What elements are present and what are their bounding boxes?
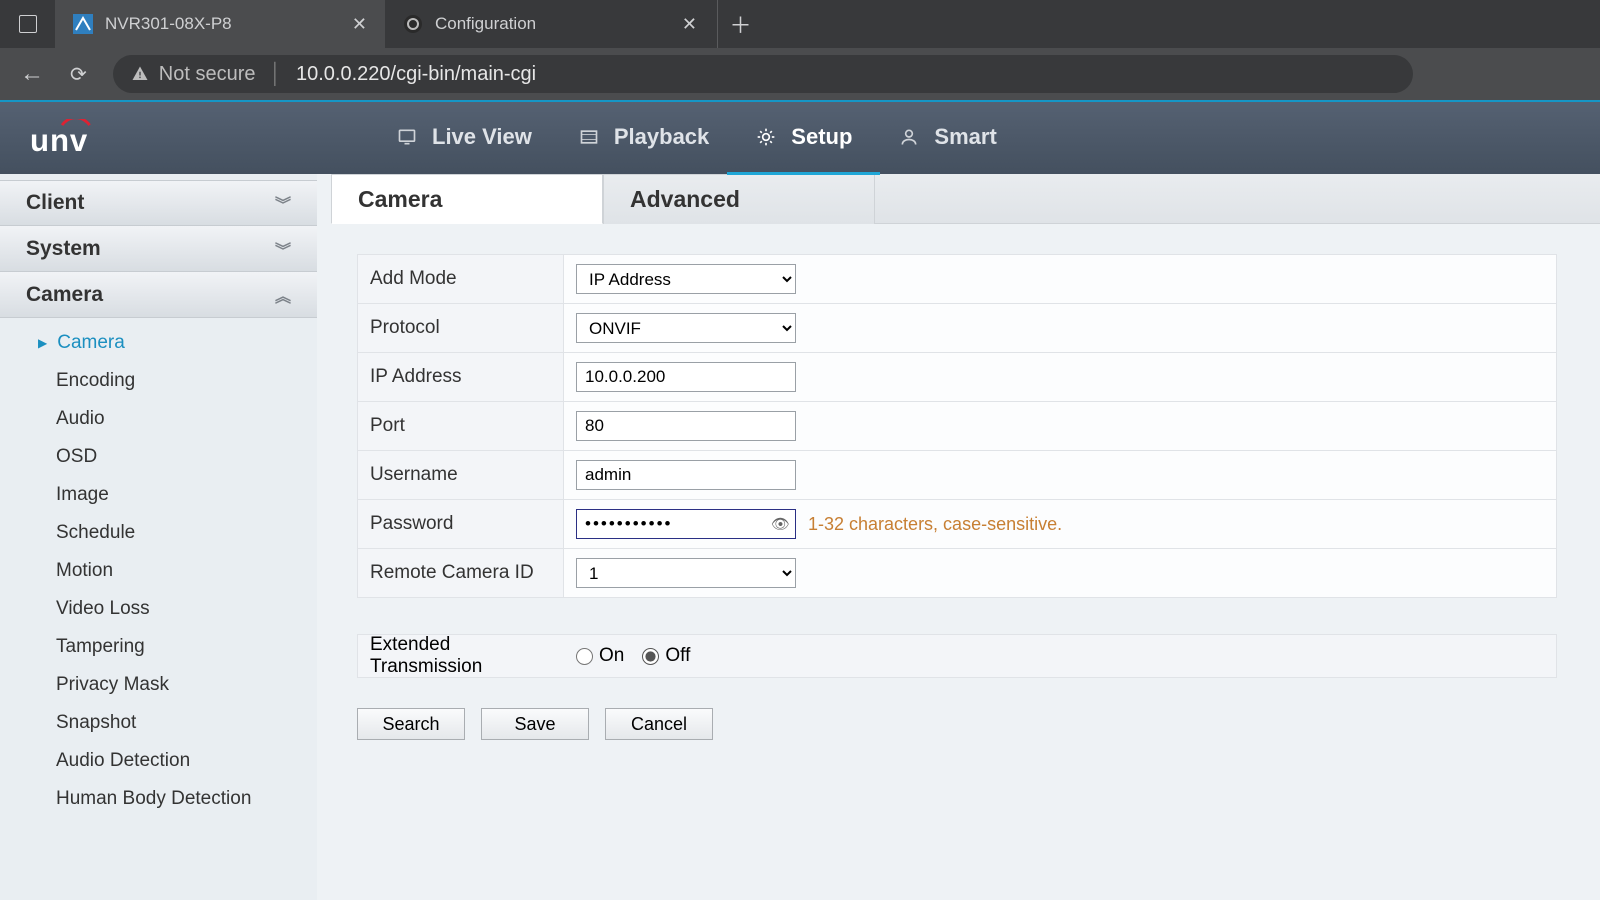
- window-panel-icon[interactable]: [0, 0, 55, 48]
- tab-title: Configuration: [435, 14, 536, 34]
- label-username: Username: [358, 451, 564, 500]
- label-protocol: Protocol: [358, 304, 564, 353]
- sidebar-item-audio[interactable]: Audio: [0, 400, 317, 438]
- label-extended-transmission: Extended Transmission: [358, 634, 564, 678]
- label-port: Port: [358, 402, 564, 451]
- sidebar-item-video-loss[interactable]: Video Loss: [0, 590, 317, 628]
- address-bar: ← ⟳ Not secure │ 10.0.0.220/cgi-bin/main…: [0, 48, 1600, 100]
- camera-form: Add Mode IP Address Protocol ONVIF IP Ad…: [357, 254, 1557, 598]
- radio-ext-off[interactable]: Off: [642, 645, 690, 667]
- chevron-down-icon: ︾: [275, 237, 291, 261]
- search-button[interactable]: Search: [357, 708, 465, 740]
- chevron-up-icon: ︽: [275, 283, 291, 307]
- input-port[interactable]: [576, 411, 796, 441]
- nav-smart[interactable]: Smart: [898, 124, 996, 152]
- sidebar-item-osd[interactable]: OSD: [0, 438, 317, 476]
- sidebar-item-motion[interactable]: Motion: [0, 552, 317, 590]
- brand-logo: unv: [30, 119, 140, 157]
- sidebar-item-audio-detection[interactable]: Audio Detection: [0, 742, 317, 780]
- monitor-icon: [396, 126, 418, 148]
- favicon-config: [403, 14, 423, 34]
- film-icon: [578, 126, 600, 148]
- person-icon: [898, 126, 920, 148]
- nav-playback[interactable]: Playback: [578, 124, 709, 152]
- sidebar-camera-submenu: ▶Camera Encoding Audio OSD Image Schedul…: [0, 318, 317, 824]
- sidebar-item-schedule[interactable]: Schedule: [0, 514, 317, 552]
- sidebar: Client ︾ System ︾ Camera ︽ ▶Camera Encod…: [0, 174, 317, 900]
- gear-icon: [755, 126, 777, 148]
- radio-ext-on[interactable]: On: [576, 645, 624, 667]
- label-add-mode: Add Mode: [358, 255, 564, 304]
- sidebar-item-tampering[interactable]: Tampering: [0, 628, 317, 666]
- top-nav: unv Live View Playback Setup Smart: [0, 102, 1600, 174]
- select-add-mode[interactable]: IP Address: [576, 264, 796, 294]
- input-ip-address[interactable]: [576, 362, 796, 392]
- sidebar-item-human-body-detection[interactable]: Human Body Detection: [0, 780, 317, 818]
- sidebar-section-client[interactable]: Client ︾: [0, 180, 317, 226]
- extended-transmission-row: Extended Transmission On Off: [357, 634, 1557, 678]
- browser-tab-bar: NVR301-08X-P8 ✕ Configuration ✕ ＋: [0, 0, 1600, 48]
- nav-live-view[interactable]: Live View: [396, 124, 532, 152]
- tab-advanced[interactable]: Advanced: [603, 174, 875, 224]
- input-password[interactable]: [576, 509, 796, 539]
- select-protocol[interactable]: ONVIF: [576, 313, 796, 343]
- close-icon[interactable]: ✕: [352, 14, 367, 35]
- select-remote-camera-id[interactable]: 1: [576, 558, 796, 588]
- sidebar-section-camera[interactable]: Camera ︽: [0, 272, 317, 318]
- main-panel: Camera Advanced Add Mode IP Address Prot…: [317, 174, 1600, 900]
- sidebar-section-system[interactable]: System ︾: [0, 226, 317, 272]
- new-tab-button[interactable]: ＋: [717, 0, 763, 48]
- action-buttons: Search Save Cancel: [357, 708, 1600, 740]
- sidebar-item-snapshot[interactable]: Snapshot: [0, 704, 317, 742]
- back-icon[interactable]: ←: [20, 60, 44, 88]
- input-username[interactable]: [576, 460, 796, 490]
- url-field[interactable]: Not secure │ 10.0.0.220/cgi-bin/main-cgi: [113, 55, 1413, 93]
- cancel-button[interactable]: Cancel: [605, 708, 713, 740]
- eye-icon[interactable]: 👁: [771, 515, 790, 533]
- sidebar-item-encoding[interactable]: Encoding: [0, 362, 317, 400]
- label-remote-camera-id: Remote Camera ID: [358, 549, 564, 598]
- content-tabs: Camera Advanced: [331, 174, 1600, 224]
- label-ip-address: IP Address: [358, 353, 564, 402]
- refresh-icon[interactable]: ⟳: [70, 62, 87, 87]
- tab-title: NVR301-08X-P8: [105, 14, 232, 34]
- close-icon[interactable]: ✕: [682, 14, 697, 35]
- sidebar-item-image[interactable]: Image: [0, 476, 317, 514]
- label-password: Password: [358, 500, 564, 549]
- triangle-right-icon: ▶: [38, 336, 47, 350]
- nav-setup[interactable]: Setup: [755, 124, 852, 152]
- save-button[interactable]: Save: [481, 708, 589, 740]
- warning-icon: [131, 65, 149, 83]
- svg-text:unv: unv: [30, 123, 88, 157]
- password-hint: 1-32 characters, case-sensitive.: [808, 514, 1062, 535]
- tab-camera[interactable]: Camera: [331, 174, 603, 224]
- sidebar-item-privacy-mask[interactable]: Privacy Mask: [0, 666, 317, 704]
- chevron-down-icon: ︾: [275, 191, 291, 215]
- sidebar-item-camera[interactable]: ▶Camera: [0, 324, 317, 362]
- url-text: 10.0.0.220/cgi-bin/main-cgi: [296, 63, 536, 86]
- not-secure-indicator[interactable]: Not secure: [131, 63, 256, 86]
- favicon-nvr: [73, 14, 93, 34]
- browser-tab-2[interactable]: Configuration ✕: [385, 0, 715, 48]
- browser-tab-1[interactable]: NVR301-08X-P8 ✕: [55, 0, 385, 48]
